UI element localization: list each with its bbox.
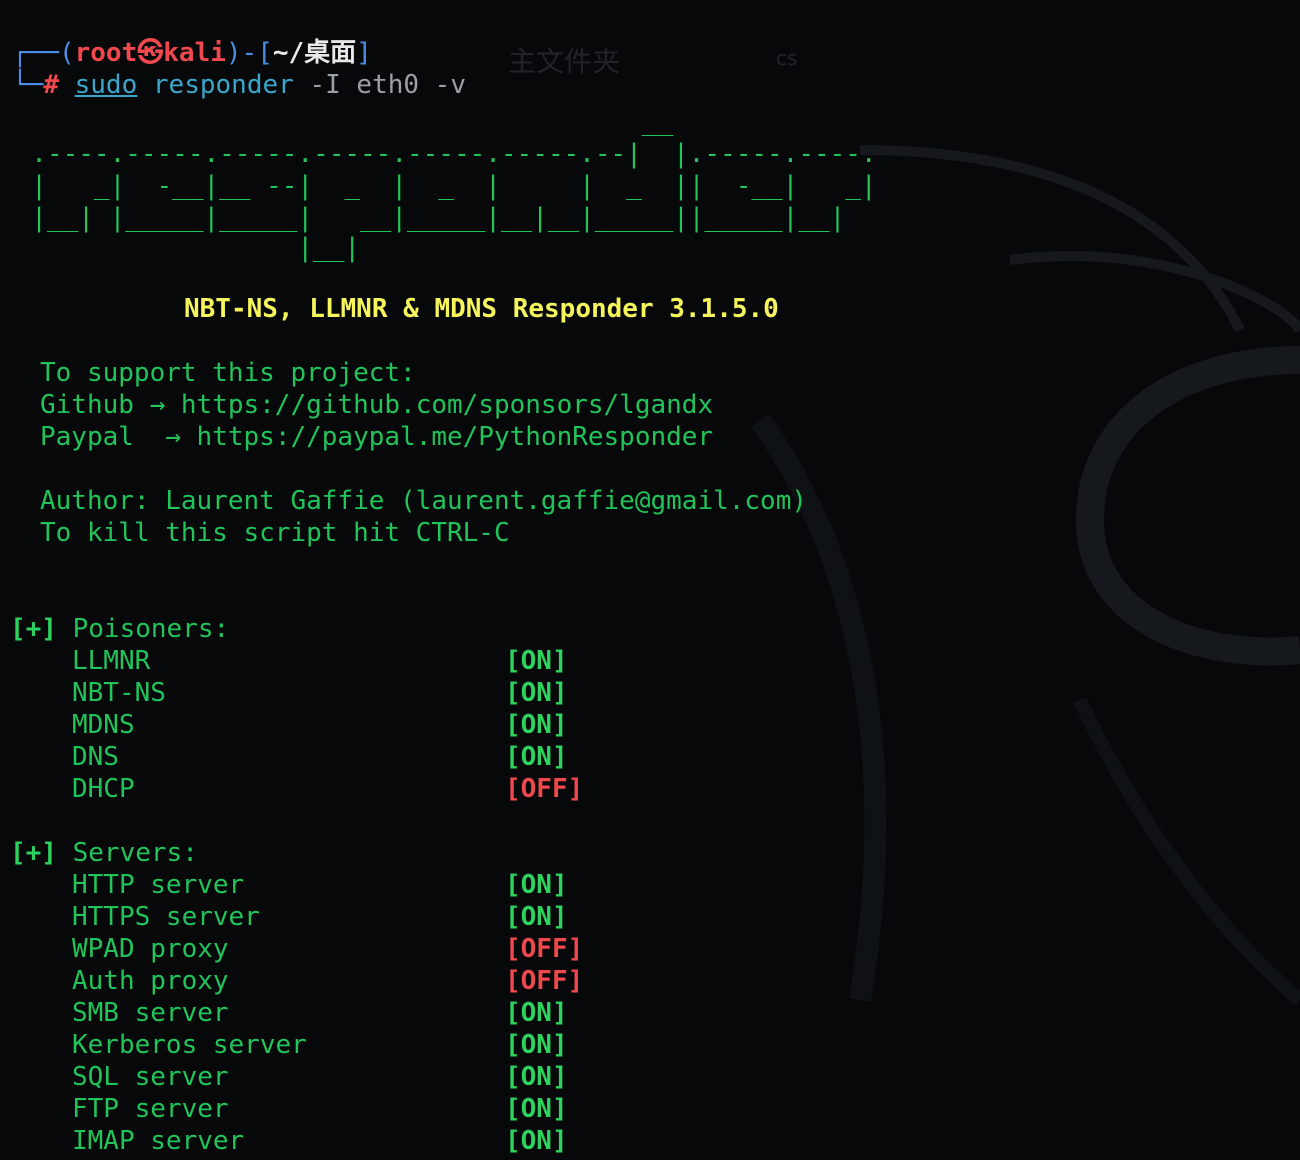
status-badge: [ON] — [505, 1094, 568, 1124]
prompt-cwd: ~/桌面 — [272, 38, 357, 68]
kill-hint: To kill this script hit CTRL-C — [40, 518, 510, 548]
status-badge: [ON] — [505, 742, 568, 772]
status-badge: [OFF] — [505, 934, 584, 964]
support-heading: To support this project: — [40, 358, 416, 388]
status-badge: [ON] — [505, 1062, 568, 1092]
paypal-link[interactable]: https://paypal.me/PythonResponder — [197, 422, 714, 452]
option-name: LLMNR — [72, 646, 151, 676]
section-servers-header: [+] Servers: — [10, 837, 198, 869]
status-badge: [OFF] — [505, 966, 584, 996]
ascii-banner-line-4: |__| — [0, 233, 361, 263]
kali-skull-icon: ㉿ — [137, 38, 164, 68]
status-badge: [ON] — [505, 870, 568, 900]
section-poisoners-header: [+] Poisoners: — [10, 613, 229, 645]
option-name: MDNS — [72, 710, 135, 740]
prompt-host: kali — [163, 38, 226, 68]
status-badge: [ON] — [505, 646, 568, 676]
section-marker: [+] — [10, 614, 57, 644]
ascii-banner-line-3: |__| |_____|_____| __|_____|__|__|_____|… — [0, 203, 846, 233]
arrow-icon: → — [149, 390, 166, 420]
github-label: Github — [40, 390, 134, 420]
arrow-icon: → — [165, 422, 181, 452]
option-name: WPAD proxy — [72, 934, 229, 964]
status-badge: [OFF] — [505, 774, 584, 804]
status-badge: [ON] — [505, 710, 568, 740]
command-args: -I eth0 -v — [309, 70, 466, 100]
command-program: responder — [152, 70, 294, 100]
option-name: IMAP server — [72, 1126, 245, 1156]
paypal-label: Paypal — [40, 422, 134, 452]
option-name: DHCP — [72, 774, 135, 804]
option-name: Auth proxy — [72, 966, 229, 996]
command-line[interactable]: └─# sudo responder -I eth0 -v — [12, 69, 466, 101]
option-name: HTTP server — [72, 870, 245, 900]
ascii-banner-line-0: __ — [0, 107, 674, 137]
status-badge: [ON] — [505, 1126, 568, 1156]
option-name: SMB server — [72, 998, 229, 1028]
option-name: SQL server — [72, 1062, 229, 1092]
status-badge: [ON] — [505, 998, 568, 1028]
option-name: DNS — [72, 742, 119, 772]
author-line: Author: Laurent Gaffie (laurent.gaffie@g… — [40, 486, 808, 516]
support-paypal: Paypal → https://paypal.me/PythonRespond… — [40, 421, 713, 453]
banner-title: NBT-NS, LLMNR & MDNS Responder 3.1.5.0 — [184, 294, 779, 324]
option-name: Kerberos server — [72, 1030, 307, 1060]
ascii-banner-line-1: .----.-----.-----.-----.-----.-----.--| … — [0, 139, 877, 169]
status-badge: [ON] — [505, 1030, 568, 1060]
option-name: HTTPS server — [72, 902, 260, 932]
section-title: Poisoners: — [72, 614, 230, 644]
support-github: Github → https://github.com/sponsors/lga… — [40, 389, 713, 421]
section-title: Servers: — [72, 838, 198, 868]
option-name: NBT-NS — [72, 678, 166, 708]
prompt-user: root — [74, 38, 138, 68]
prompt-header: ┌──(root㉿kali)-[~/桌面] — [12, 38, 372, 68]
section-marker: [+] — [10, 838, 57, 868]
option-name: FTP server — [72, 1094, 229, 1124]
terminal[interactable]: ┌──(root㉿kali)-[~/桌面] └─# sudo responder… — [0, 0, 1300, 1160]
status-badge: [ON] — [505, 678, 568, 708]
ascii-banner-line-2: | _| -__|__ --| _ | _ | | _ || -__| _| — [0, 171, 877, 201]
github-link[interactable]: https://github.com/sponsors/lgandx — [181, 390, 713, 420]
command-sudo: sudo — [74, 70, 138, 100]
status-badge: [ON] — [505, 902, 568, 932]
